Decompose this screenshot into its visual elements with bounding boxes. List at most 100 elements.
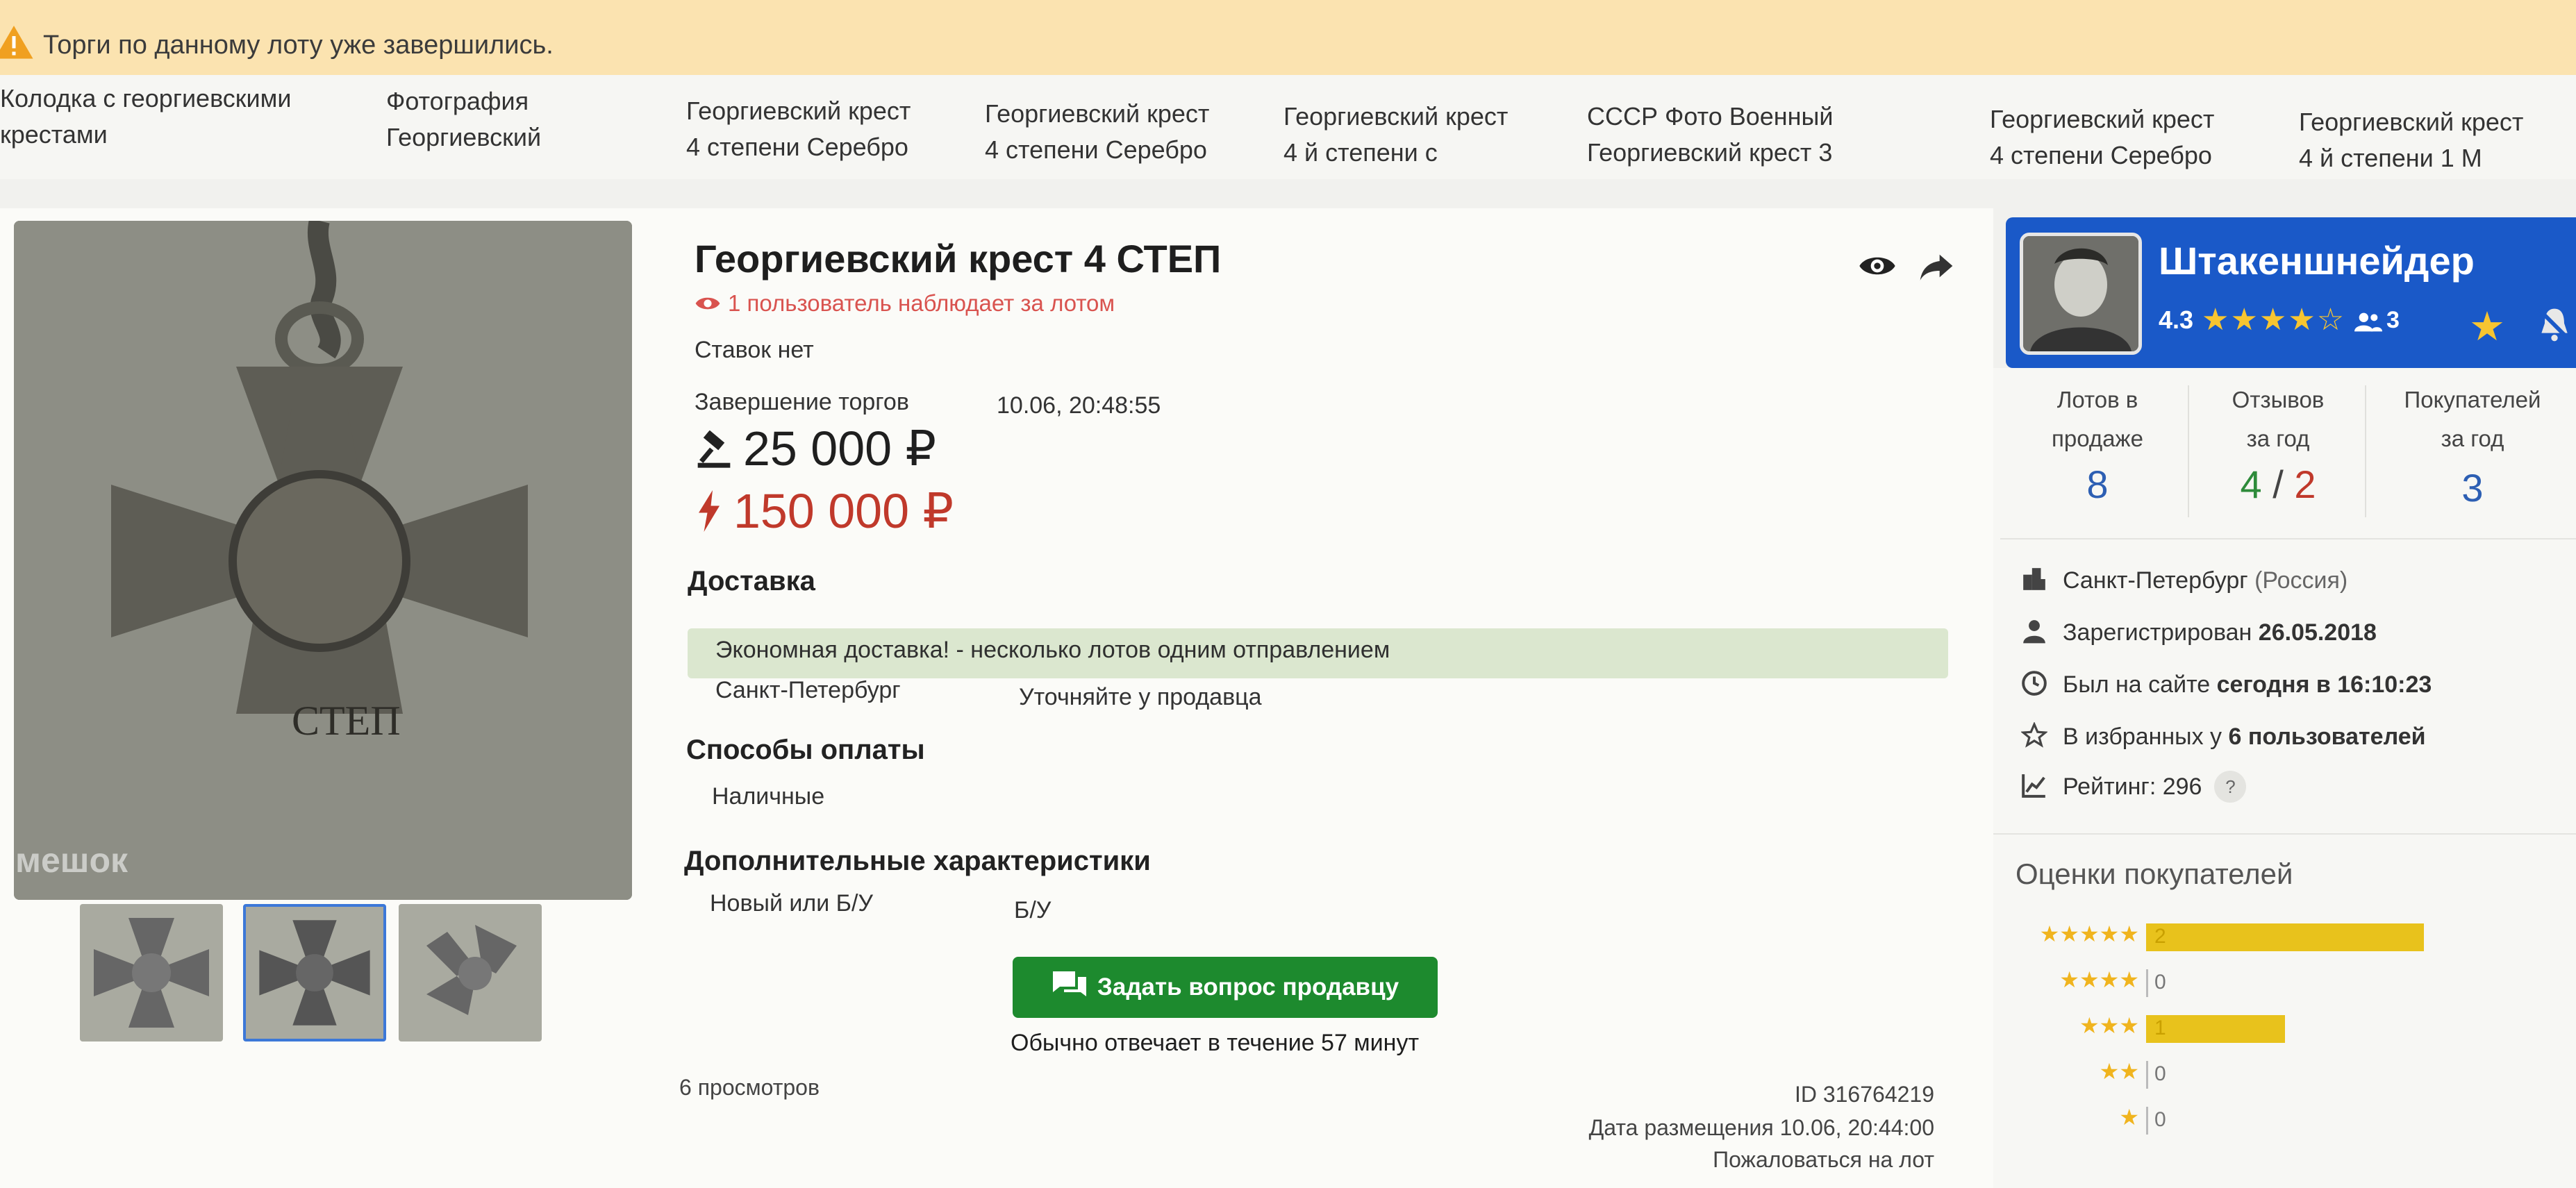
favorites-value: 6 пользователей xyxy=(2228,723,2426,750)
thumb-image xyxy=(259,920,370,1026)
seller-last-online: Был на сайте сегодня в 16:10:23 xyxy=(2021,670,2432,698)
extra-label: Новый или Б/У xyxy=(710,890,874,917)
delivery-city-note: Уточняйте у продавца xyxy=(1019,684,1262,710)
thumb-image xyxy=(426,925,517,1015)
review-row-stars: ★★★ xyxy=(2079,1013,2139,1038)
similar-lots-strip: Колодка с георгиевскими крестами Фотограф… xyxy=(0,75,2576,179)
warning-icon xyxy=(0,26,33,59)
seller-name[interactable]: Штакеншнейдер xyxy=(2159,238,2475,283)
stat-lots-label: Лотов в продаже xyxy=(2052,387,2143,451)
stat-reviews-value[interactable]: 4 / 2 xyxy=(2195,462,2361,507)
city-icon xyxy=(2023,568,2045,590)
lot-title: Георгиевский крест 4 СТЕП xyxy=(695,237,1222,281)
stat-buyers-label: Покупателей за год xyxy=(2404,387,2541,451)
stat-buyers-value[interactable]: 3 xyxy=(2375,465,2570,510)
chart-icon xyxy=(2022,774,2045,798)
thumbnail[interactable] xyxy=(80,904,223,1041)
posted-date: Дата размещения 10.06, 20:44:00 xyxy=(1588,1115,1934,1140)
payment-title: Способы оплаты xyxy=(686,735,925,765)
favorite-star-icon[interactable]: ★ xyxy=(2469,303,2505,350)
seller-rating-line: Рейтинг: 296? xyxy=(2021,771,2247,803)
review-row-stars: ★★★★★ xyxy=(2039,921,2139,946)
thumb-image xyxy=(94,918,209,1028)
reviews-sep: / xyxy=(2272,462,2284,506)
ask-seller-button[interactable]: Задать вопрос продавцу xyxy=(1013,957,1438,1018)
reviews-negative: 2 xyxy=(2294,462,2316,506)
rating-value: Рейтинг: 296 xyxy=(2063,773,2202,800)
review-bar-empty xyxy=(2146,969,2148,997)
clock-icon xyxy=(2022,671,2047,696)
extra-title: Дополнительные характеристики xyxy=(684,846,1151,876)
lightning-icon xyxy=(699,490,720,532)
delivery-city: Санкт-Петербург xyxy=(715,677,901,703)
lot-main-photo[interactable]: СТЕП xyxy=(14,221,632,900)
reviews-positive: 4 xyxy=(2240,462,2262,506)
response-time-note: Обычно отвечает в течение 57 минут xyxy=(1011,1030,1420,1056)
similar-lot[interactable]: Георгиевский крест 4 степени Серебро xyxy=(686,93,911,165)
auction-end-value: 10.06, 20:48:55 xyxy=(997,392,1161,419)
watch-eye-icon[interactable] xyxy=(1858,246,1897,285)
gavel-icon xyxy=(697,430,731,468)
lot-id: ID 316764219 xyxy=(1794,1082,1934,1107)
delivery-title: Доставка xyxy=(688,566,815,596)
thumbnail-active[interactable] xyxy=(243,904,386,1041)
similar-lot[interactable]: Георгиевский крест 4 й степени 1 М xyxy=(2299,104,2523,176)
blitz-value: 150 000 ₽ xyxy=(733,484,954,538)
seller-country: (Россия) xyxy=(2254,567,2348,594)
stat-lots-value[interactable]: 8 xyxy=(2014,462,2181,507)
seller-city: Санкт-Петербург xyxy=(2063,567,2248,594)
similar-lot[interactable]: Георгиевский крест 4 степени Серебро xyxy=(1990,101,2214,174)
review-count: 1 xyxy=(2154,1017,2166,1039)
blitz-price: 150 000 ₽ xyxy=(695,483,954,539)
bids-status: Ставок нет xyxy=(695,337,814,363)
cross-inscription: СТЕП xyxy=(292,698,401,744)
registered-date: 26.05.2018 xyxy=(2258,619,2377,646)
similar-lot[interactable]: Колодка с георгиевскими крестами xyxy=(0,81,292,153)
seller-registered: Зарегистрирован 26.05.2018 xyxy=(2021,618,2377,646)
eye-icon xyxy=(695,297,720,310)
user-icon xyxy=(2023,620,2045,644)
similar-lot[interactable]: Фотография Георгиевский xyxy=(386,83,541,156)
ask-seller-label: Задать вопрос продавцу xyxy=(1097,973,1399,1001)
review-row-stars: ★★ xyxy=(2099,1059,2139,1084)
share-icon[interactable] xyxy=(1917,246,1956,285)
price-value: 25 000 ₽ xyxy=(743,421,937,476)
review-row-stars: ★ xyxy=(2119,1105,2139,1130)
review-count: 0 xyxy=(2154,1108,2166,1131)
rating-help-icon[interactable]: ? xyxy=(2214,771,2247,803)
stat-divider xyxy=(2188,385,2189,517)
review-bar[interactable] xyxy=(2146,923,2424,951)
watermark: мешок xyxy=(15,841,128,880)
thumbnail[interactable] xyxy=(399,904,542,1041)
extra-value: Б/У xyxy=(1014,897,1052,923)
seller-avatar[interactable] xyxy=(2020,233,2142,355)
seller-favorites: В избранных у 6 пользователей xyxy=(2020,721,2426,751)
seller-location: Санкт-Петербург (Россия) xyxy=(2021,566,2348,594)
review-bar-empty xyxy=(2146,1107,2148,1135)
watchers-line[interactable]: 1 пользователь наблюдает за лотом xyxy=(695,290,1115,317)
chat-icon xyxy=(1052,971,1086,996)
stat-divider xyxy=(2365,385,2366,517)
review-count: 0 xyxy=(2154,971,2166,994)
review-bar[interactable] xyxy=(2146,1015,2285,1043)
auction-end-label: Завершение торгов xyxy=(695,389,909,415)
similar-lot[interactable]: Георгиевский крест 4 степени Серебро xyxy=(985,96,1209,168)
mute-bell-icon[interactable] xyxy=(2535,306,2574,344)
buyers-badge: 3 xyxy=(2386,307,2400,333)
divider xyxy=(1993,833,2576,835)
review-bar-empty xyxy=(2146,1061,2148,1089)
review-count: 0 xyxy=(2154,1062,2166,1085)
star-outline-icon xyxy=(2020,721,2048,748)
similar-lot[interactable]: СССР Фото Военный Георгиевский крест 3 xyxy=(1587,99,1834,171)
review-row-stars: ★★★★ xyxy=(2059,967,2139,992)
reviews-title: Оценки покупателей xyxy=(2016,857,2293,890)
cross-image: СТЕП xyxy=(14,221,632,900)
views-count: 6 просмотров xyxy=(679,1075,820,1100)
similar-lot[interactable]: Георгиевский крест 4 й степени с xyxy=(1283,99,1508,171)
buyers-icon xyxy=(2354,312,2382,332)
last-online-value: сегодня в 16:10:23 xyxy=(2216,671,2432,698)
avatar-photo xyxy=(2023,236,2138,351)
divider xyxy=(2000,538,2576,539)
report-lot-link[interactable]: Пожаловаться на лот xyxy=(1713,1147,1934,1173)
stat-reviews-label: Отзывов за год xyxy=(2232,387,2325,451)
